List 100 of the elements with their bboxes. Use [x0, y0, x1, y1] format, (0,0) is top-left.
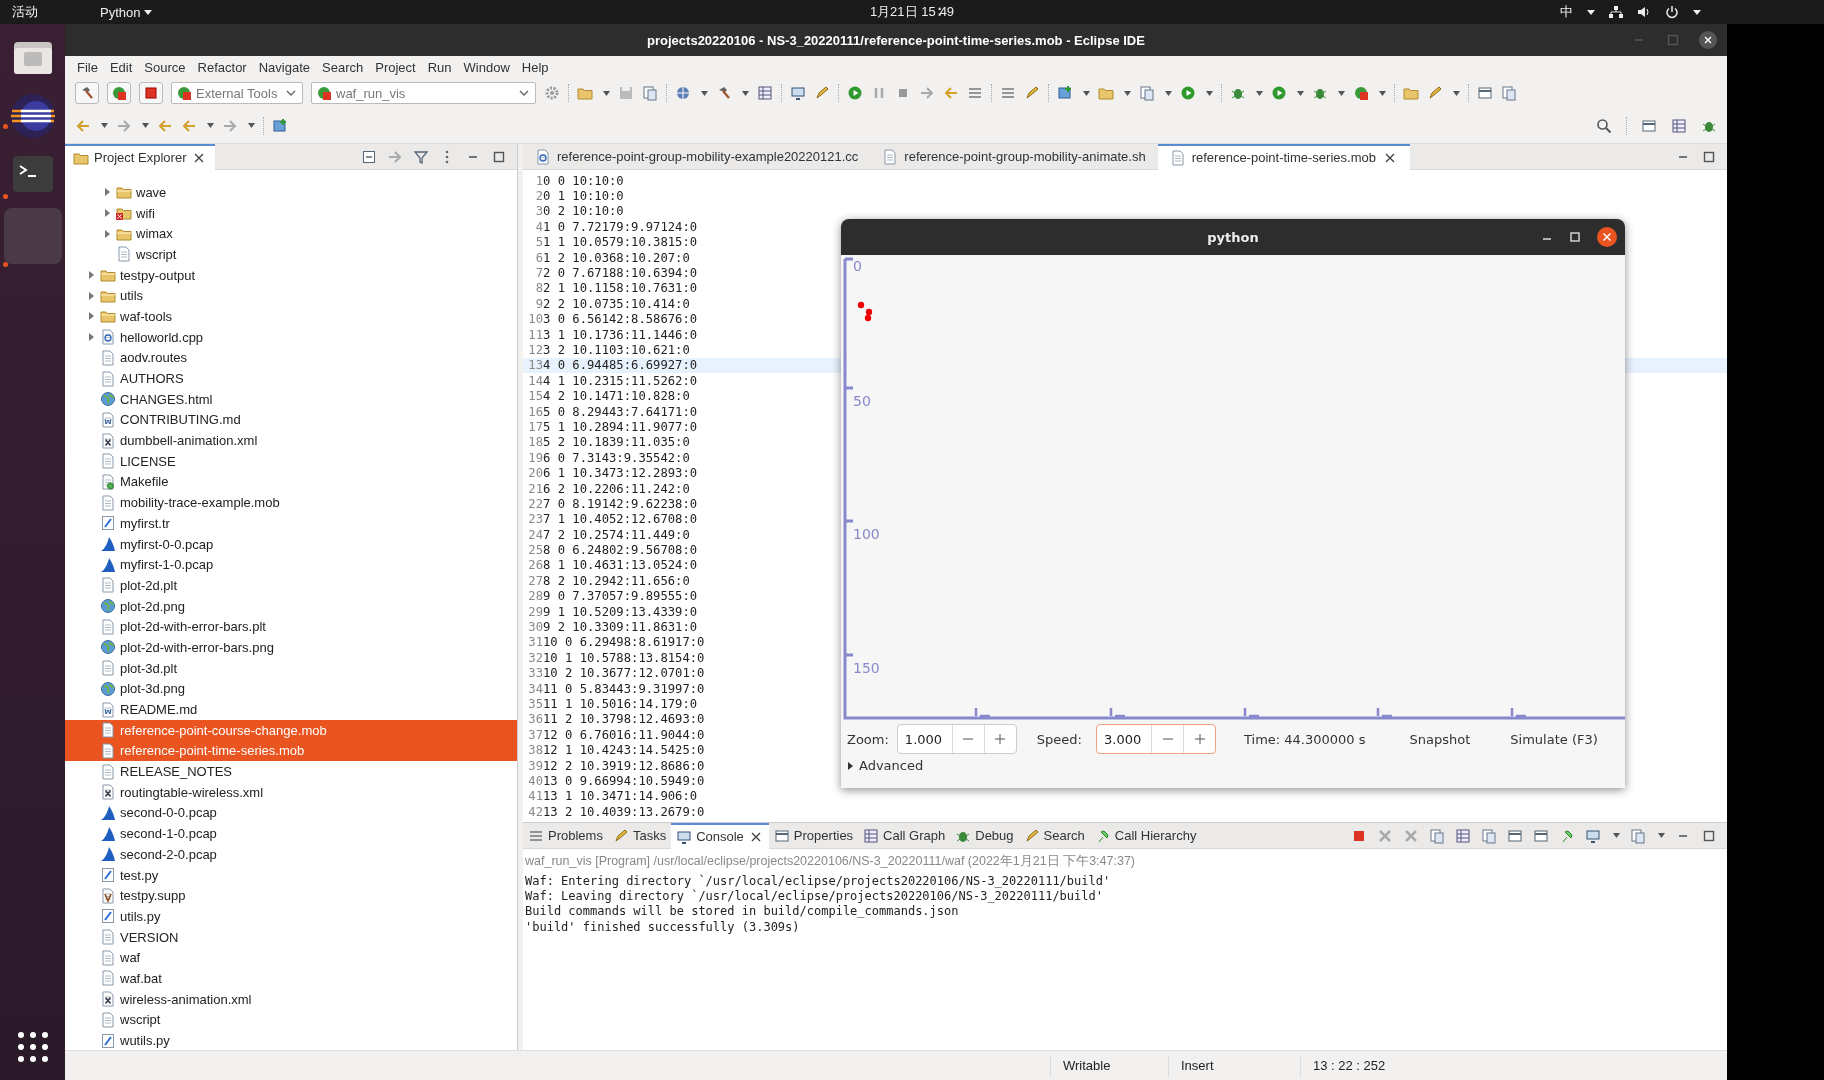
tree-item[interactable]: LICENSE [65, 450, 517, 472]
caret-icon[interactable] [1124, 90, 1131, 96]
tree-item[interactable]: waf-tools [65, 306, 517, 327]
tree-item[interactable]: wireless-animation.xml [65, 988, 517, 1010]
menu-item[interactable]: Source [138, 59, 192, 75]
menu-item[interactable]: Project [369, 59, 422, 75]
caret-icon[interactable] [248, 123, 255, 128]
monitor-icon[interactable] [1585, 827, 1601, 844]
menu-item[interactable]: Help [515, 59, 555, 75]
tree-item[interactable]: myfirst-0-0.pcap [65, 533, 517, 555]
caret-icon[interactable] [207, 123, 214, 128]
panel-tab[interactable]: Console [671, 822, 769, 849]
play-icon[interactable] [1271, 85, 1287, 101]
advanced-expander[interactable]: Advanced [841, 757, 1625, 774]
caret-icon[interactable] [742, 90, 749, 96]
pages-icon[interactable] [1630, 827, 1646, 844]
input-method-indicator[interactable]: 中 [1560, 3, 1573, 21]
grid-icon[interactable] [1671, 117, 1687, 134]
tree-item[interactable]: helloworld.cpp [65, 326, 517, 348]
tree-item[interactable]: wscript [65, 1009, 517, 1031]
window-icon[interactable] [1477, 85, 1493, 101]
tree-item[interactable]: RELEASE_NOTES [65, 761, 517, 782]
expand-arrow-icon[interactable] [86, 290, 96, 301]
close-icon[interactable] [1597, 227, 1617, 247]
caret-icon[interactable] [1338, 90, 1345, 96]
tree-item[interactable]: VERSION [65, 926, 517, 948]
tree-item[interactable]: test.py [65, 864, 517, 886]
tree-item[interactable]: plot-3d.png [65, 678, 517, 700]
panel-tab[interactable]: Tasks [607, 822, 672, 849]
pencil-icon[interactable] [612, 827, 629, 844]
menu-item[interactable]: Navigate [252, 59, 316, 75]
tree-item[interactable]: dumbbell-animation.xml [65, 430, 517, 451]
caret-icon[interactable] [1083, 90, 1090, 96]
simulate-button[interactable]: Simulate (F3) [1504, 730, 1604, 748]
clock[interactable]: 1月21日 15∶49 [869, 3, 955, 21]
tree-item[interactable]: plot-3d.plt [65, 657, 517, 679]
grid-icon[interactable] [1455, 827, 1471, 844]
close-icon[interactable] [1699, 31, 1717, 49]
zoom-field[interactable]: 1.000 [897, 730, 952, 748]
pages-icon[interactable] [1429, 827, 1445, 844]
add-icon[interactable] [1057, 85, 1073, 101]
tree-item[interactable]: second-1-0.pcap [65, 823, 517, 844]
tree-item[interactable]: second-0-0.pcap [65, 802, 517, 824]
tree-item[interactable]: plot-2d-with-error-bars.plt [65, 616, 517, 638]
caret-icon[interactable] [603, 90, 610, 96]
caret-icon[interactable] [1206, 90, 1213, 96]
network-icon[interactable] [1609, 5, 1623, 19]
panel-tab[interactable]: Call Graph [858, 822, 951, 849]
caret-icon[interactable] [1256, 90, 1263, 96]
tree-item[interactable]: plot-2d.png [65, 595, 517, 617]
panel-tab[interactable]: Call Hierarchy [1089, 822, 1202, 849]
launch-configuration-dropdown[interactable]: waf_run_vis [311, 82, 536, 104]
window-icon[interactable] [1507, 827, 1523, 844]
tree-item[interactable]: wave [65, 182, 517, 203]
tree-item[interactable]: aodv.routes [65, 347, 517, 369]
tree-item[interactable]: reference-point-time-series.mob [65, 740, 517, 762]
editor-tab[interactable]: reference-point-time-series.mob [1157, 143, 1410, 170]
panel-tab[interactable]: Properties [768, 822, 859, 849]
lines-icon[interactable] [967, 85, 983, 101]
menu-item[interactable]: File [71, 59, 104, 75]
tree-item[interactable]: testpy-output [65, 264, 517, 286]
caret-icon[interactable] [1453, 90, 1460, 96]
run-stop-icon[interactable] [316, 85, 332, 101]
editor-tab[interactable]: reference-point-group-mobility-animate.sh [870, 143, 1158, 170]
tree-item[interactable]: routingtable-wireless.xml [65, 781, 517, 803]
tree-item[interactable]: README.md [65, 699, 517, 720]
maximize-icon[interactable] [1569, 231, 1581, 243]
caret-icon[interactable] [1587, 9, 1595, 15]
caret-icon[interactable] [144, 9, 153, 15]
grid-icon[interactable] [757, 85, 773, 101]
app-grid-icon[interactable] [17, 1032, 48, 1062]
add-icon[interactable] [272, 117, 288, 134]
window-icon[interactable] [1641, 117, 1657, 134]
filter-icon[interactable] [413, 148, 429, 165]
tree-item[interactable]: reference-point-course-change.mob [65, 719, 517, 741]
panel-tab[interactable]: Debug [950, 822, 1019, 849]
run-stop-icon[interactable] [176, 85, 192, 101]
caret-icon[interactable] [847, 760, 855, 771]
caret-icon[interactable] [101, 123, 108, 128]
menu-item[interactable]: Run [421, 59, 458, 75]
tree-item[interactable]: myfirst.tr [65, 513, 517, 534]
pencil-icon[interactable] [1024, 85, 1040, 101]
tree-item[interactable]: CHANGES.html [65, 388, 517, 410]
caret-icon[interactable] [1693, 9, 1701, 15]
menu-item[interactable]: Window [457, 59, 516, 75]
tree-item[interactable]: utils [65, 285, 517, 307]
tree-item[interactable]: wscript [65, 244, 517, 265]
plus-icon[interactable] [1193, 733, 1206, 745]
pencil-icon[interactable] [1427, 85, 1443, 101]
tree-item[interactable]: second-2-0.pcap [65, 844, 517, 865]
pencil-icon[interactable] [1023, 827, 1040, 844]
activities-button[interactable]: 活动 [8, 3, 42, 21]
caret-icon[interactable] [701, 90, 708, 96]
window-icon[interactable] [1533, 827, 1549, 844]
gear-icon[interactable] [544, 85, 560, 101]
pages-icon[interactable] [642, 85, 658, 101]
terminal-icon[interactable] [11, 154, 54, 194]
grid-icon[interactable] [863, 827, 880, 844]
caret-icon[interactable] [1658, 833, 1665, 838]
tree-item[interactable]: wifi [65, 202, 517, 224]
